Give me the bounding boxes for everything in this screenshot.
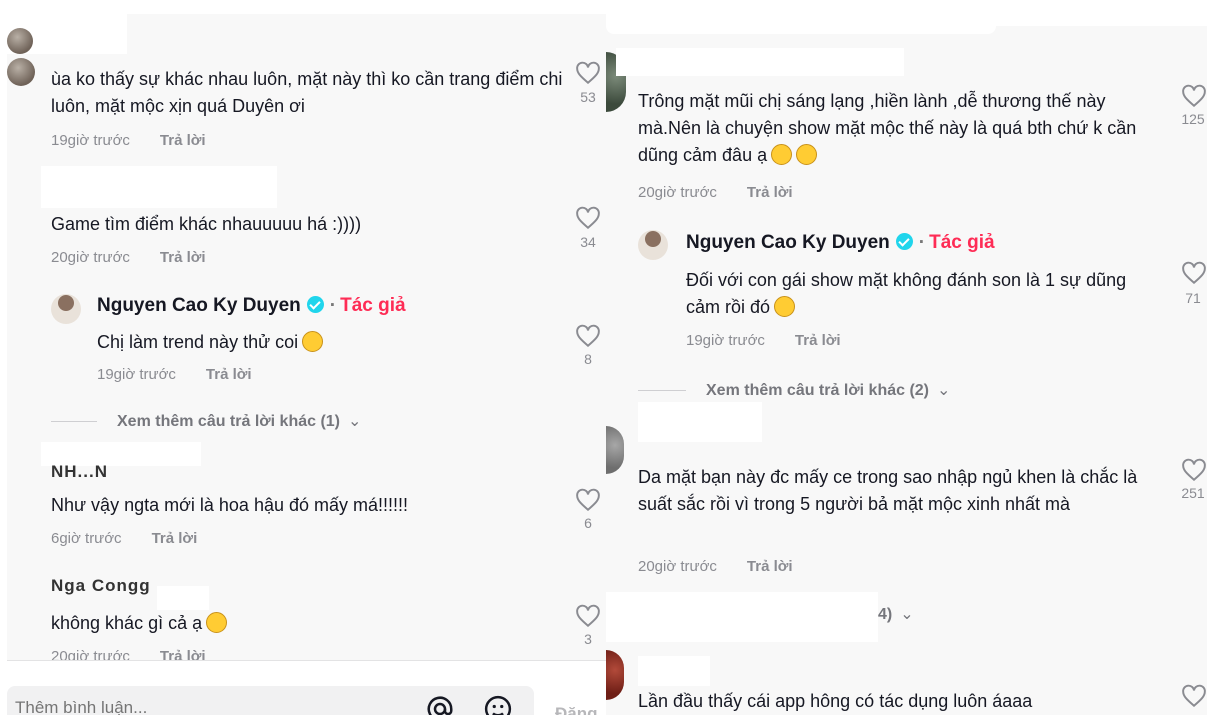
verified-badge-icon	[306, 296, 324, 313]
heart-icon[interactable]	[1181, 261, 1207, 285]
at-icon[interactable]	[425, 694, 455, 715]
like-count: 6	[584, 515, 592, 531]
avatar[interactable]	[606, 426, 624, 474]
avatar[interactable]	[7, 58, 35, 86]
view-more-replies[interactable]: Xem thêm câu trả lời khác (2) ⌄	[638, 380, 950, 400]
reply-button[interactable]: Trả lời	[747, 558, 793, 575]
redacted-username	[41, 166, 277, 208]
like-count: 251	[1181, 485, 1205, 501]
joy-emoji-icon	[771, 144, 793, 165]
like-count: 53	[580, 89, 596, 105]
comment-time: 19giờ trước	[51, 132, 130, 149]
like-count: 71	[1185, 290, 1201, 306]
joy-emoji-icon	[796, 144, 818, 165]
comment-text: Game tìm điểm khác nhauuuuu há :))))	[51, 214, 362, 234]
chevron-down-icon: ⌄	[348, 413, 362, 430]
reply-button[interactable]: Trả lời	[206, 366, 252, 383]
redacted-area	[606, 592, 878, 642]
comment-text: Đối với con gái show mặt không đánh son …	[686, 270, 1127, 317]
comment-text: ùa ko thấy sự khác nhau luôn, mặt này th…	[51, 69, 563, 116]
comments-panel-right: Trông mặt mũi chị sáng lạng ,hiền lành ,…	[606, 26, 1207, 715]
username-partial[interactable]: NH...N	[51, 462, 108, 482]
avatar[interactable]	[606, 650, 624, 700]
comment-input[interactable]	[15, 698, 395, 715]
reply-button[interactable]: Trả lời	[795, 332, 841, 349]
avatar[interactable]	[7, 28, 33, 54]
chevron-down-icon: ⌄	[937, 382, 951, 399]
comment-meta: 20giờ trước Trả lời	[51, 249, 206, 266]
comment-text: không khác gì cả ạ	[51, 610, 228, 637]
like-count: 8	[584, 351, 592, 367]
like-count: 125	[1181, 111, 1205, 127]
author-avatar[interactable]	[638, 230, 668, 260]
comment-meta: 19giờ trước Trả lời	[97, 366, 252, 383]
username[interactable]: Nguyen Cao Ky Duyen	[686, 232, 890, 253]
grinning-emoji-icon	[206, 612, 228, 633]
chevron-down-icon: ⌄	[900, 606, 914, 623]
author-tag: Tác giả	[929, 232, 995, 253]
comment-text: Như vậy ngta mới là hoa hậu đó mấy má!!!…	[51, 495, 409, 515]
heart-icon[interactable]	[1181, 458, 1207, 482]
comment-text: Da mặt bạn này đc mấy ce trong sao nhập …	[638, 467, 1138, 514]
reply-button[interactable]: Trả lời	[160, 132, 206, 149]
heart-icon[interactable]	[1181, 84, 1207, 108]
top-divider	[606, 14, 996, 34]
comment-time: 19giờ trước	[97, 366, 176, 383]
heart-icon[interactable]	[575, 206, 601, 230]
heart-icon[interactable]	[575, 324, 601, 348]
comment-meta: 19giờ trước Trả lời	[686, 332, 841, 349]
redacted-username	[616, 48, 904, 76]
view-more-replies[interactable]: Xem thêm câu trả lời khác (1) ⌄	[51, 411, 361, 431]
comment-input-container[interactable]	[7, 686, 534, 715]
pensive-emoji-icon	[302, 331, 324, 352]
comment-text: Chị làm trend này thử coi	[97, 329, 324, 356]
heart-icon[interactable]	[1181, 684, 1207, 708]
post-button[interactable]: Đăng	[555, 704, 598, 715]
comment-time: 20giờ trước	[638, 558, 717, 575]
heart-icon[interactable]	[575, 61, 601, 85]
reply-button[interactable]: Trả lời	[747, 184, 793, 201]
redacted-username	[638, 656, 710, 686]
emoji-icon[interactable]	[483, 694, 513, 715]
view-more-replies-partial[interactable]: 4) ⌄	[878, 604, 914, 624]
author-avatar[interactable]	[51, 294, 81, 324]
redacted-username	[157, 586, 209, 610]
redacted-username	[638, 402, 762, 442]
comment-meta: 20giờ trước Trả lời	[638, 184, 793, 201]
author-name[interactable]: Nguyen Cao Ky Duyen · Tác giả	[686, 232, 995, 254]
comment-time: 20giờ trước	[51, 249, 130, 266]
heart-icon[interactable]	[575, 604, 601, 628]
reply-button[interactable]: Trả lời	[160, 249, 206, 266]
like-count: 3	[584, 631, 592, 647]
comment-text: Trông mặt mũi chị sáng lạng ,hiền lành ,…	[638, 91, 1137, 165]
author-name[interactable]: Nguyen Cao Ky Duyen · Tác giả	[97, 295, 406, 317]
username[interactable]: Nguyen Cao Ky Duyen	[97, 295, 301, 316]
author-tag: Tác giả	[340, 295, 406, 316]
comment-text: Lần đầu thấy cái app hông có tác dụng lu…	[638, 691, 1033, 711]
comments-panel-left: ùa ko thấy sự khác nhau luôn, mặt này th…	[7, 14, 606, 715]
comment-meta: 20giờ trước Trả lời	[638, 558, 793, 575]
comment-meta: 6giờ trước Trả lời	[51, 530, 197, 547]
rofl-emoji-icon	[774, 296, 796, 317]
like-count: 34	[580, 234, 596, 250]
comment-time: 20giờ trước	[638, 184, 717, 201]
comment-time: 6giờ trước	[51, 530, 122, 547]
comment-time: 19giờ trước	[686, 332, 765, 349]
username-partial[interactable]: Nga Congg	[51, 576, 151, 596]
heart-icon[interactable]	[575, 488, 601, 512]
reply-button[interactable]: Trả lời	[152, 530, 198, 547]
verified-badge-icon	[895, 233, 913, 250]
comment-meta: 19giờ trước Trả lời	[51, 132, 206, 149]
